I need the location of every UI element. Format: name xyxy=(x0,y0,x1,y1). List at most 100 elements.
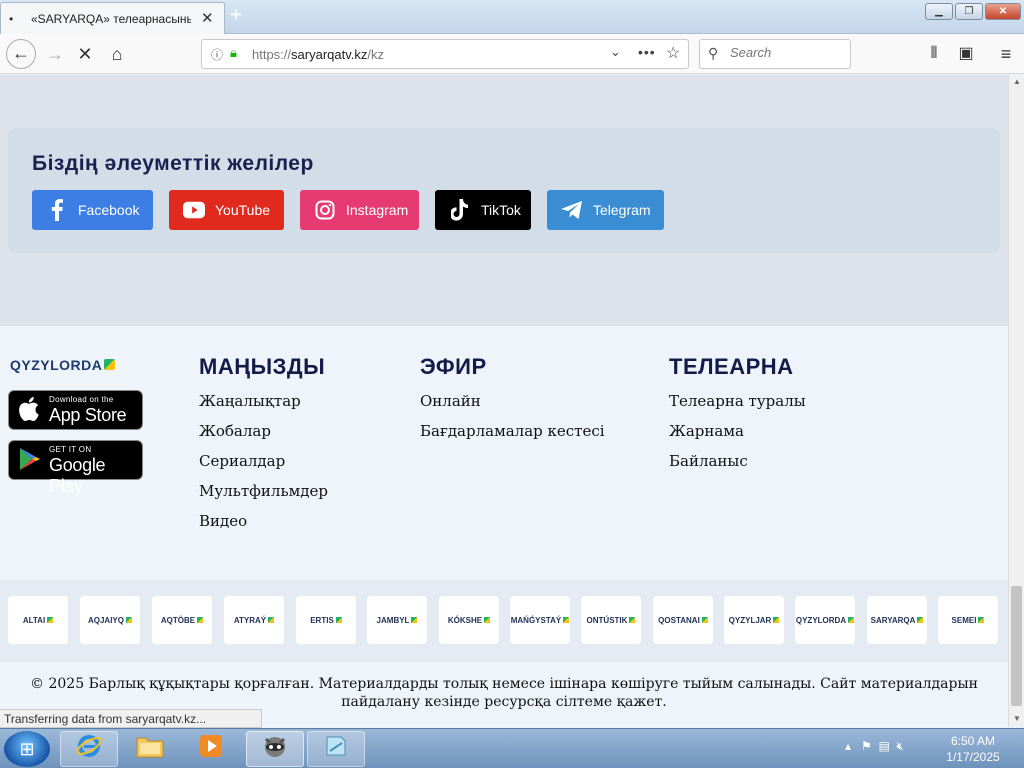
site-footer: QYZYLORDA Download on the App Store GET … xyxy=(0,326,1008,727)
stop-loading-icon[interactable]: ✕ xyxy=(72,42,98,68)
more-dots-icon[interactable]: ••• xyxy=(638,44,656,60)
new-tab-icon[interactable]: + xyxy=(230,4,242,27)
tiktok-label: TikTok xyxy=(481,202,521,218)
regional-channels-strip: ALTAI AQJAIYQ AQTÖBE ATYRAÝ ERTIS JAMBYL… xyxy=(0,580,1008,662)
tiktok-button[interactable]: TikTok xyxy=(435,190,531,230)
channel-mark-icon xyxy=(197,617,204,623)
scrollbar-thumb[interactable] xyxy=(1011,586,1022,706)
window-minimize-button[interactable]: ▁ xyxy=(925,3,953,20)
channel-logo[interactable]: QYZYLORDA xyxy=(795,596,855,644)
channel-mark-icon xyxy=(848,617,855,623)
forward-arrow-icon[interactable]: → xyxy=(42,42,68,68)
address-bar[interactable]: ⓘ 🔒︎ https://saryarqatv.kz/kz ⌄ ••• ☆ xyxy=(201,39,689,69)
youtube-label: YouTube xyxy=(215,202,271,218)
instagram-button[interactable]: Instagram xyxy=(300,190,419,230)
telegram-button[interactable]: Telegram xyxy=(547,190,664,230)
channel-logo[interactable]: SARYARQA xyxy=(867,596,927,644)
lock-icon[interactable]: 🔒︎ xyxy=(230,45,237,61)
taskbar-firefox[interactable] xyxy=(246,731,304,767)
social-card: Біздің әлеуметтік желілер Facebook YouTu… xyxy=(8,128,1000,253)
footer-column-title-important: МАҢЫЗДЫ xyxy=(199,354,326,379)
taskbar-media-player[interactable] xyxy=(182,731,240,767)
clock-time: 6:50 AM xyxy=(950,734,996,748)
library-icon[interactable]: ⫴ xyxy=(921,42,947,68)
info-icon[interactable]: ⓘ xyxy=(211,46,223,63)
youtube-button[interactable]: YouTube xyxy=(169,190,284,230)
start-button[interactable]: ⊞ xyxy=(4,731,50,767)
footer-link-news[interactable]: Жаңалықтар xyxy=(199,392,301,410)
channel-logo[interactable]: ALTAI xyxy=(8,596,68,644)
footer-link-cartoons[interactable]: Мультфильмдер xyxy=(199,482,328,500)
app-store-small-text: Download on the xyxy=(49,395,114,404)
channel-logo[interactable]: KÓKSHE xyxy=(439,596,499,644)
footer-link-about[interactable]: Телеарна туралы xyxy=(669,392,806,410)
search-input[interactable] xyxy=(730,45,845,60)
taskbar-internet-explorer[interactable] xyxy=(60,731,118,767)
channel-mark-icon xyxy=(917,617,924,623)
channel-logo[interactable]: MAŃǴYSTAÝ xyxy=(510,596,570,644)
raccoon-app-icon xyxy=(261,732,289,766)
show-hidden-icons-icon[interactable]: ▴ xyxy=(845,739,851,753)
app-store-big-text: App Store xyxy=(49,405,127,425)
url-text[interactable]: https://saryarqatv.kz/kz xyxy=(252,47,384,62)
scroll-down-arrow-icon[interactable]: ▼ xyxy=(1013,714,1021,723)
channel-logo[interactable]: SEMEI xyxy=(938,596,998,644)
site-logo[interactable]: QYZYLORDA xyxy=(10,357,116,373)
system-clock[interactable]: 6:50 AM 1/17/2025 xyxy=(940,733,1006,765)
channel-logo[interactable]: QOSTANAI xyxy=(653,596,713,644)
sidebar-icon[interactable]: ▣ xyxy=(953,42,979,68)
logo-mark-icon xyxy=(104,359,116,370)
browser-nav-bar: ← → ✕ ⌂ ⓘ 🔒︎ https://saryarqatv.kz/kz ⌄ … xyxy=(0,34,1024,74)
channel-logo[interactable]: ERTIS xyxy=(296,596,356,644)
hamburger-menu-icon[interactable]: ≡ xyxy=(993,42,1019,68)
windows-logo-icon: ⊞ xyxy=(19,738,35,759)
page-scrollbar[interactable]: ▲ ▼ xyxy=(1008,75,1024,727)
social-section: Біздің әлеуметтік желілер Facebook YouTu… xyxy=(0,75,1008,326)
footer-link-series[interactable]: Сериалдар xyxy=(199,452,285,470)
search-icon: ⚲ xyxy=(708,45,719,61)
media-player-icon xyxy=(198,733,224,765)
windows-taskbar: ⊞ ▴ ⚑ ▤ 🔇︎ 6:50 AM 1/17/2025 xyxy=(0,728,1024,768)
channel-logo[interactable]: JAMBYL xyxy=(367,596,427,644)
app-store-badge[interactable]: Download on the App Store xyxy=(8,390,143,430)
footer-link-online[interactable]: Онлайн xyxy=(420,392,481,410)
back-arrow-icon[interactable]: ← xyxy=(6,39,36,69)
action-center-flag-icon[interactable]: ⚑ xyxy=(861,739,872,753)
bookmark-star-icon[interactable]: ☆ xyxy=(666,43,680,63)
channel-mark-icon xyxy=(563,617,570,623)
google-play-small-text: GET IT ON xyxy=(49,445,92,454)
footer-link-schedule[interactable]: Бағдарламалар кестесі xyxy=(420,422,605,440)
tab-close-icon[interactable]: ✕ xyxy=(201,9,214,27)
scroll-up-arrow-icon[interactable]: ▲ xyxy=(1013,77,1021,86)
window-close-button[interactable]: ✕ xyxy=(985,3,1021,20)
internet-explorer-icon xyxy=(76,733,102,765)
channel-logo[interactable]: ONTÚSTIK xyxy=(581,596,641,644)
channel-mark-icon xyxy=(411,617,418,623)
channel-logo[interactable]: QYZYLJAR xyxy=(724,596,784,644)
footer-link-advertising[interactable]: Жарнама xyxy=(669,422,744,440)
window-restore-button[interactable]: ❐ xyxy=(955,3,983,20)
channel-logo[interactable]: AQTÖBE xyxy=(152,596,212,644)
browser-tab[interactable]: • «SARYARQA» телеарнасының ✕ xyxy=(0,2,225,34)
clock-date: 1/17/2025 xyxy=(946,750,1000,764)
chevron-down-icon[interactable]: ⌄ xyxy=(610,44,621,60)
channel-mark-icon xyxy=(629,617,636,623)
taskbar-file-explorer[interactable] xyxy=(121,731,179,767)
channel-logo[interactable]: ATYRAÝ xyxy=(224,596,284,644)
facebook-button[interactable]: Facebook xyxy=(32,190,153,230)
volume-muted-icon[interactable]: 🔇︎ xyxy=(897,739,905,753)
google-play-badge[interactable]: GET IT ON Google Play xyxy=(8,440,143,496)
footer-link-video[interactable]: Видео xyxy=(199,512,247,530)
channel-mark-icon xyxy=(335,617,342,623)
facebook-label: Facebook xyxy=(78,202,140,218)
channel-logo[interactable]: AQJAIYQ xyxy=(80,596,140,644)
home-icon[interactable]: ⌂ xyxy=(104,42,130,68)
copyright-text: © 2025 Барлық құқықтары қорғалған. Матер… xyxy=(0,675,1008,711)
footer-link-projects[interactable]: Жобалар xyxy=(199,422,271,440)
facebook-icon xyxy=(46,199,68,221)
network-icon[interactable]: ▤ xyxy=(878,739,889,753)
taskbar-notepad[interactable] xyxy=(307,731,365,767)
channel-mark-icon xyxy=(701,617,708,623)
search-bar[interactable]: ⚲ xyxy=(699,39,851,69)
footer-link-contact[interactable]: Байланыс xyxy=(669,452,748,470)
